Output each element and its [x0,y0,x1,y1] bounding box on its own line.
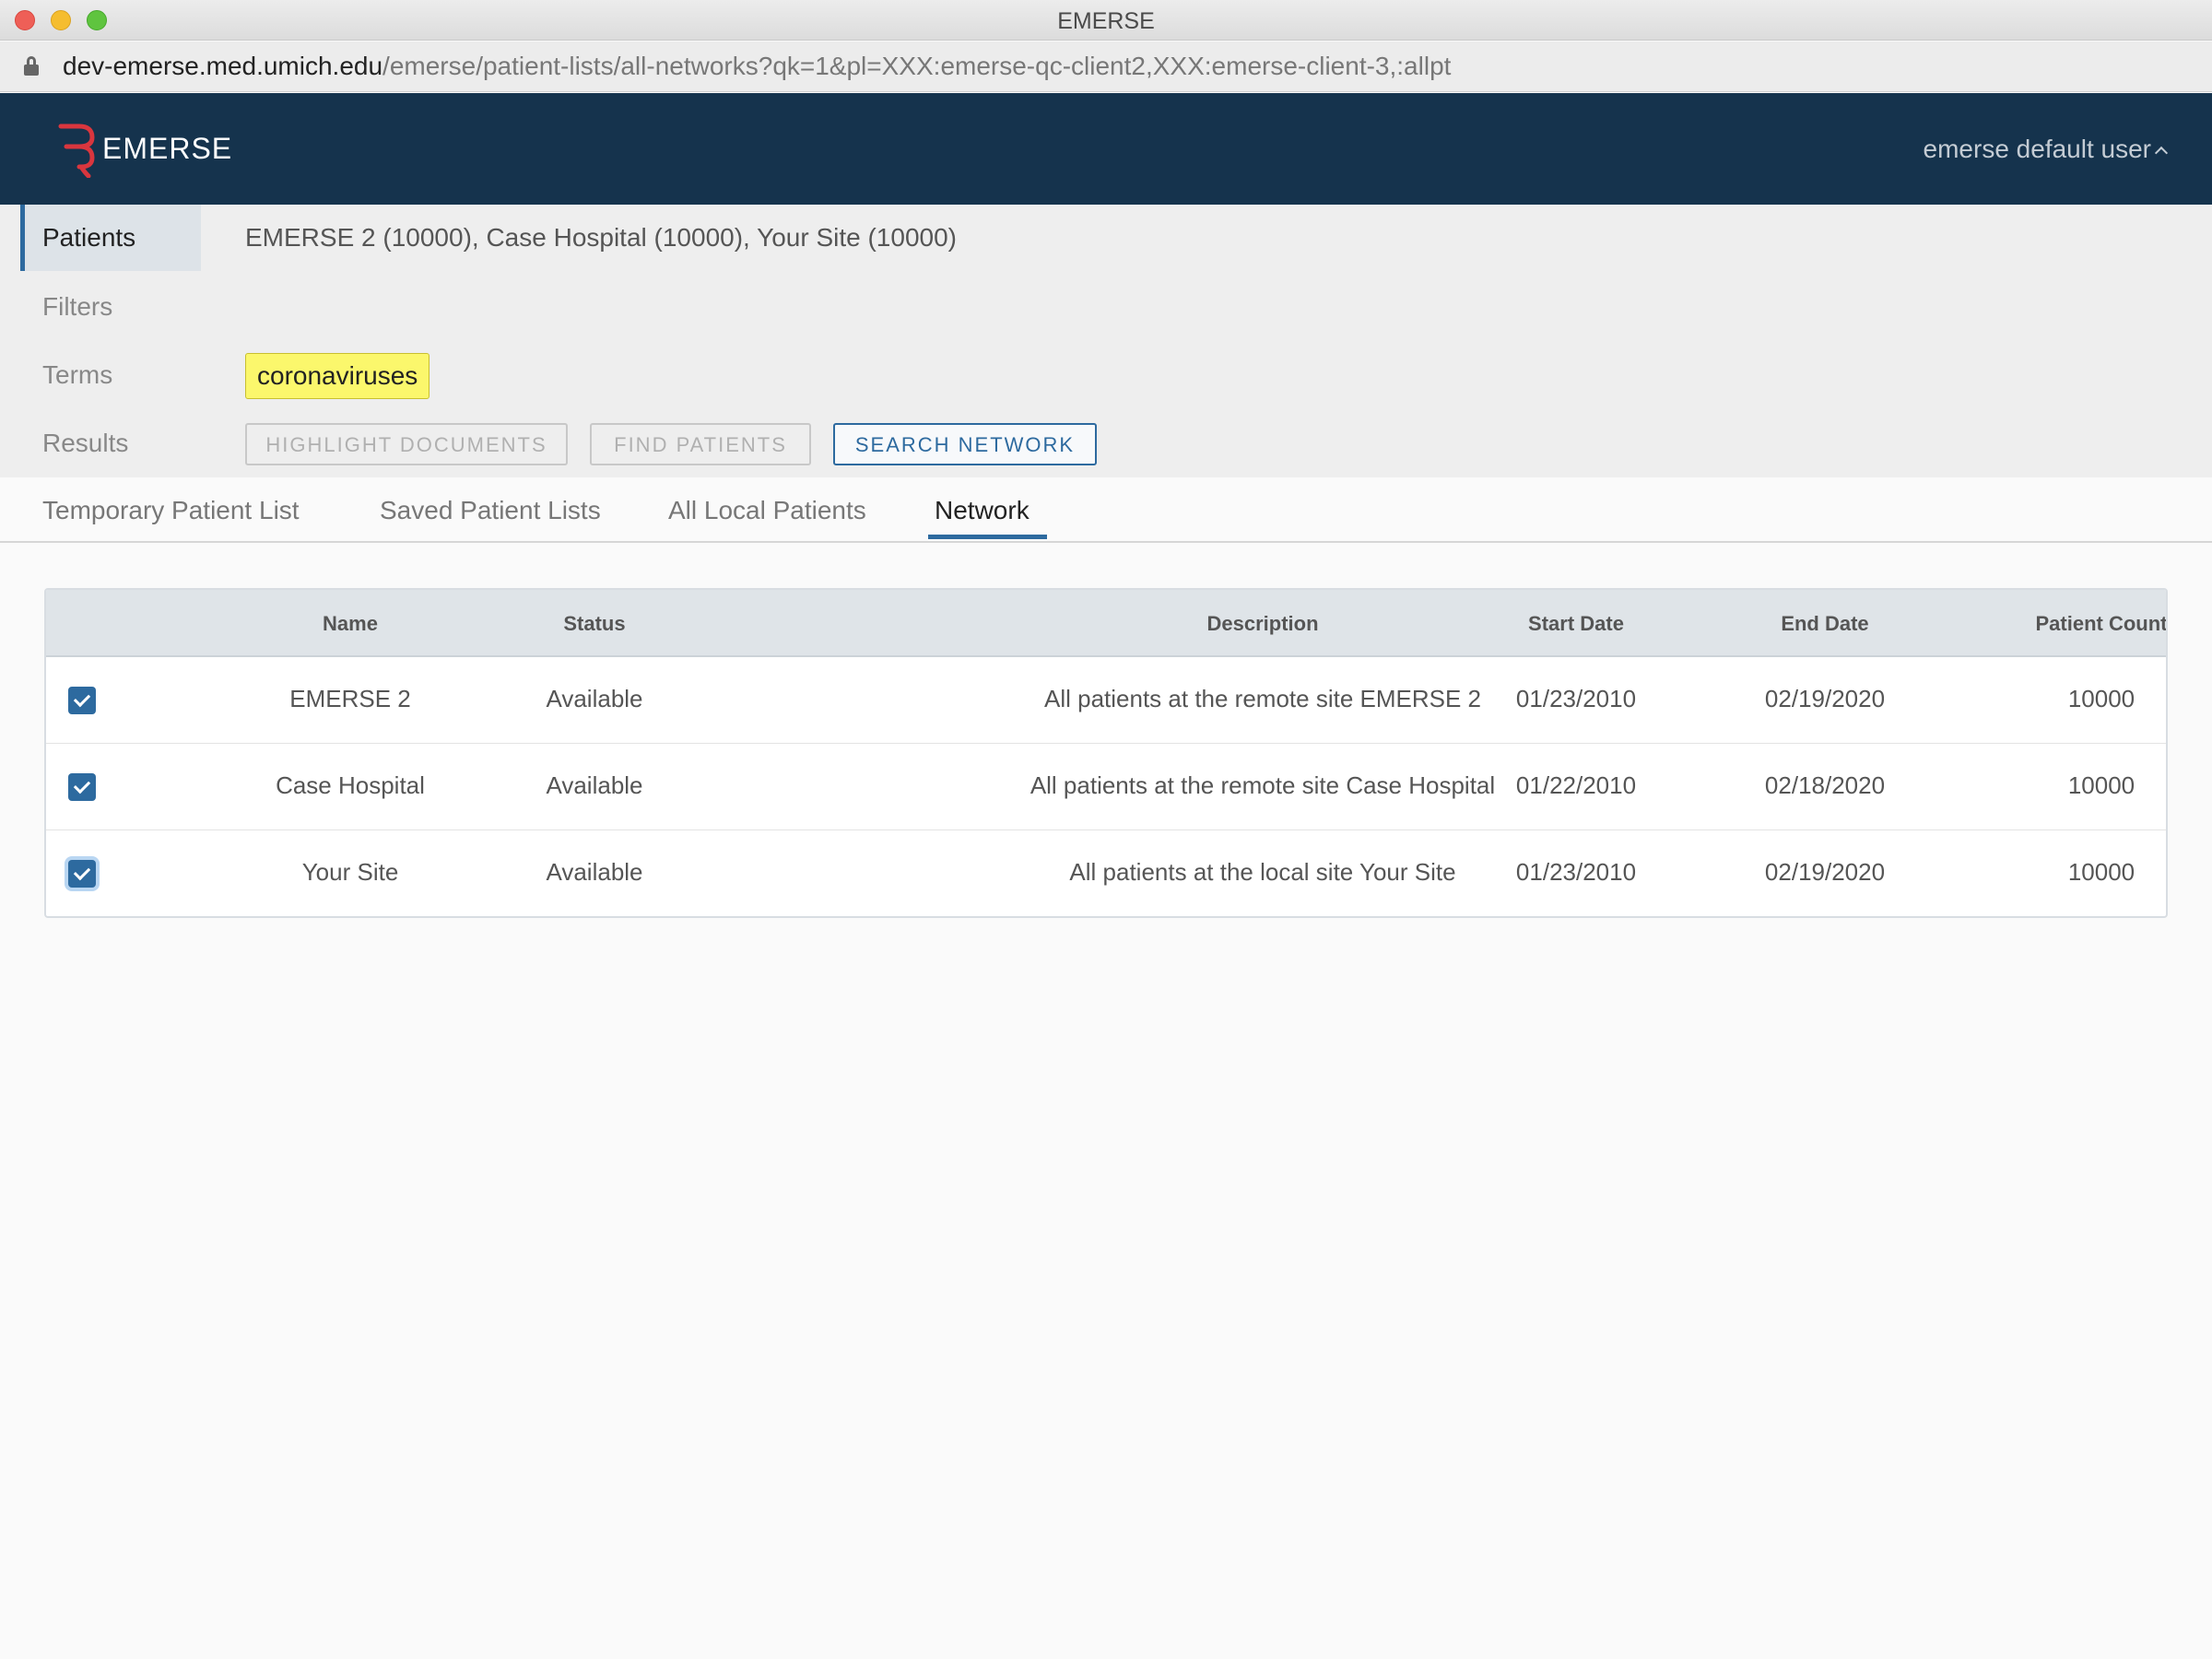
find-patients-button[interactable]: FIND PATIENTS [590,423,811,465]
site-patient-count: 10000 [2067,771,2136,799]
user-name: emerse default user [1923,135,2151,163]
term-chip[interactable]: coronaviruses [245,353,430,399]
site-patient-count: 10000 [2067,685,2136,712]
search-network-button[interactable]: SEARCH NETWORK [833,423,1097,465]
tab-temporary-patient-list[interactable]: Temporary Patient List [42,496,300,525]
window-title: EMERSE [1057,8,1155,34]
url-path: /emerse/patient-lists/all-networks?qk=1&… [382,52,1452,80]
network-table: Name Status Description Start Date End D… [44,588,2168,918]
tab-network[interactable]: Network [935,496,1030,525]
patients-label: Patients [42,223,136,252]
window-titlebar: EMERSE [0,0,2212,41]
app-header: EMERSE emerse default user [0,93,2212,205]
patient-list-tabs: Temporary Patient List Saved Patient Lis… [0,477,2212,543]
highlight-documents-button[interactable]: HIGHLIGHT DOCUMENTS [245,423,568,465]
results-label[interactable]: Results [42,429,128,458]
table-row[interactable]: Case Hospital Available All patients at … [46,744,2166,830]
column-header-status[interactable]: Status [470,612,719,636]
tab-all-local-patients[interactable]: All Local Patients [668,496,866,525]
emerse-logo-icon[interactable] [55,121,100,178]
site-status: Available [546,858,643,886]
query-panel: Patients EMERSE 2 (10000), Case Hospital… [0,205,2212,477]
patients-section-tab[interactable]: Patients [20,205,201,271]
checkbox-checked-icon[interactable] [68,860,96,888]
url-domain: dev-emerse.med.umich.edu [63,52,383,80]
patients-summary: EMERSE 2 (10000), Case Hospital (10000),… [245,223,957,252]
tab-saved-patient-lists[interactable]: Saved Patient Lists [380,496,601,525]
url-text[interactable]: dev-emerse.med.umich.edu/emerse/patient-… [63,52,1451,81]
chevron-up-icon [2154,146,2169,160]
site-status: Available [546,685,643,712]
terms-label[interactable]: Terms [42,360,112,390]
active-tab-indicator [928,535,1047,539]
address-bar[interactable]: dev-emerse.med.umich.edu/emerse/patient-… [0,41,2212,92]
filters-label[interactable]: Filters [42,292,112,322]
checkbox-checked-icon[interactable] [68,687,96,714]
table-row[interactable]: EMERSE 2 Available All patients at the r… [46,657,2166,744]
user-menu[interactable]: emerse default user [1923,135,2169,164]
site-status: Available [546,771,643,799]
checkbox-checked-icon[interactable] [68,773,96,801]
lock-icon [24,56,39,76]
site-patient-count: 10000 [2067,858,2136,886]
app-logo-text[interactable]: EMERSE [102,132,232,166]
table-row[interactable]: Your Site Available All patients at the … [46,830,2166,916]
table-header: Name Status Description Start Date End D… [46,590,2166,657]
column-header-patient-count[interactable]: Patient Count [1936,612,2167,636]
